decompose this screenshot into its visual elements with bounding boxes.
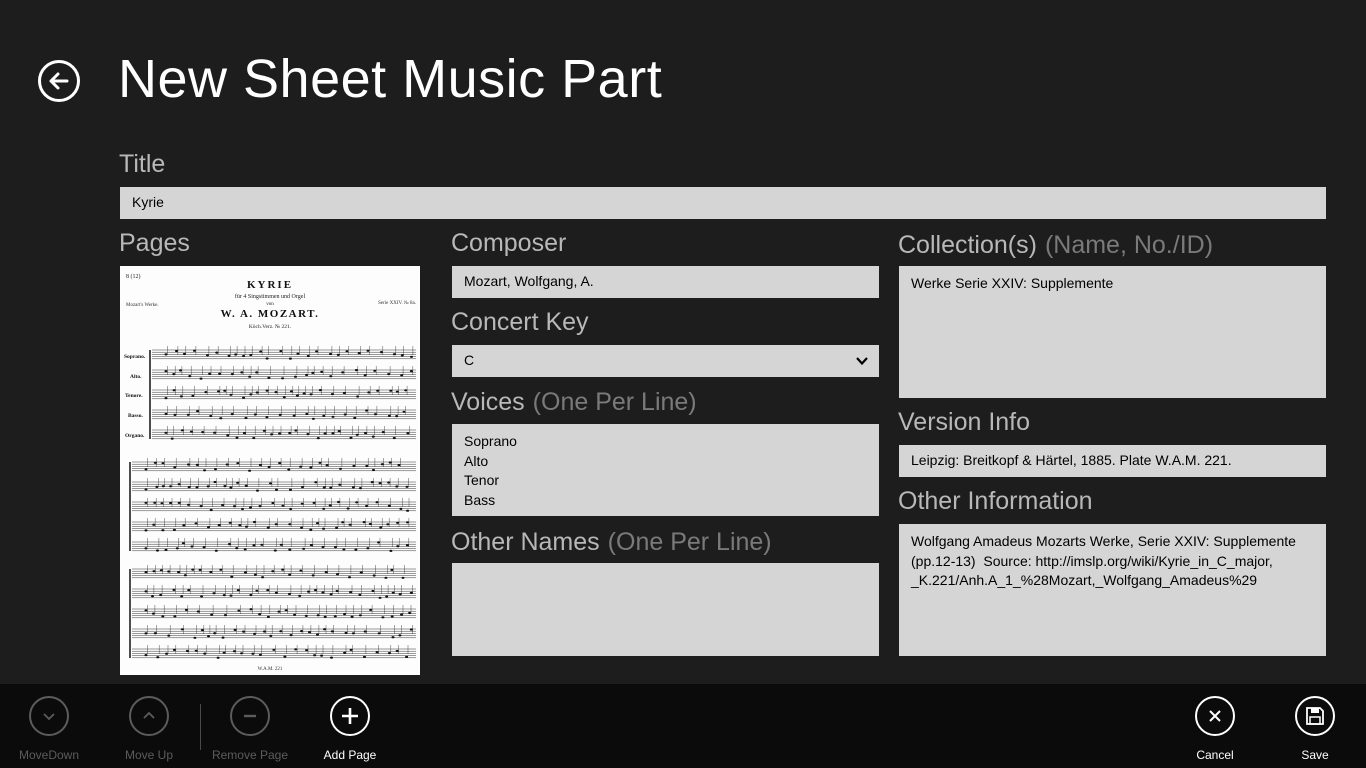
pages-label: Pages [119,229,190,257]
voices-hint: (One Per Line) [532,388,697,416]
svg-text:Basso.: Basso. [128,413,143,419]
minus-icon [230,696,270,736]
back-button[interactable] [38,60,80,102]
version-info-input[interactable]: Leipzig: Breitkopf & Härtel, 1885. Plate… [899,445,1326,477]
save-button[interactable]: Save [1265,696,1365,762]
title-input[interactable]: Kyrie [120,187,1326,219]
cancel-label: Cancel [1196,748,1234,762]
other-names-label-text: Other Names [451,528,600,556]
move-up-label: Move Up [124,748,174,762]
close-icon [1195,696,1235,736]
title-label: Title [119,150,166,178]
arrow-left-icon [49,72,69,90]
collections-hint: (Name, No./ID) [1044,231,1214,259]
score-notes [144,346,414,659]
remove-page-label: Remove Page [211,748,289,762]
composer-label: Composer [451,229,567,257]
chevron-up-icon [129,696,169,736]
score-heading: KYRIE [247,279,293,291]
move-down-button[interactable]: MoveDown [0,696,99,762]
score-subheading: für 4 Singstimmen und Orgel [235,293,306,300]
sheet-music-image: 8 (12) KYRIE für 4 Singstimmen und Orgel… [124,273,416,672]
voices-label-text: Voices [451,388,525,416]
move-down-label: MoveDown [18,748,80,762]
collections-label: Collection(s) (Name, No./ID) [898,231,1213,260]
score-left-note: Mozart's Werke. [126,303,159,308]
chevron-down-icon [29,696,69,736]
voices-label: Voices (One Per Line) [451,388,697,417]
other-information-label: Other Information [898,487,1093,515]
voices-textarea[interactable]: Soprano Alto Tenor Bass [452,424,879,516]
add-page-button[interactable]: Add Page [300,696,400,762]
concert-key-select[interactable]: C [452,345,879,377]
svg-text:Alto.: Alto. [130,374,142,380]
score-page-number: 8 (12) [126,273,141,280]
composer-input[interactable]: Mozart, Wolfgang, A. [452,266,879,298]
save-label: Save [1301,748,1329,762]
page-thumbnail[interactable]: 8 (12) KYRIE für 4 Singstimmen und Orgel… [120,266,420,675]
remove-page-button[interactable]: Remove Page [200,696,300,762]
svg-text:Tenore.: Tenore. [125,393,143,399]
score-composer: W. A. MOZART. [221,308,320,320]
score-catalog: Köch.Verz. № 221. [249,324,292,330]
other-names-hint: (One Per Line) [607,528,772,556]
version-info-label: Version Info [898,408,1031,436]
collections-label-text: Collection(s) [898,231,1037,259]
other-information-textarea[interactable]: Wolfgang Amadeus Mozarts Werke, Serie XX… [899,524,1326,656]
other-names-textarea[interactable] [452,563,879,656]
svg-text:Soprano.: Soprano. [124,354,146,360]
score-part-labels: Soprano. Alto. Tenore. Basso. Organo. [124,354,146,439]
collections-textarea[interactable]: Werke Serie XXIV: Supplemente [899,266,1326,398]
page-title: New Sheet Music Part [118,49,663,109]
svg-text:Organo.: Organo. [125,433,145,439]
app-bar: MoveDown Move Up Remove Page Add Page Ca… [0,684,1366,768]
chevron-down-icon [856,357,868,366]
score-plate: W.A.M. 221 [258,667,283,672]
add-page-label: Add Page [323,748,377,762]
other-names-label: Other Names (One Per Line) [451,528,772,557]
cancel-button[interactable]: Cancel [1165,696,1265,762]
score-von: von [266,302,274,307]
move-up-button[interactable]: Move Up [99,696,199,762]
score-right-note: Serie XXIV. № 8a. [378,300,416,306]
concert-key-label: Concert Key [451,308,589,336]
plus-icon [330,696,370,736]
concert-key-value: C [464,352,475,368]
save-icon [1295,696,1335,736]
